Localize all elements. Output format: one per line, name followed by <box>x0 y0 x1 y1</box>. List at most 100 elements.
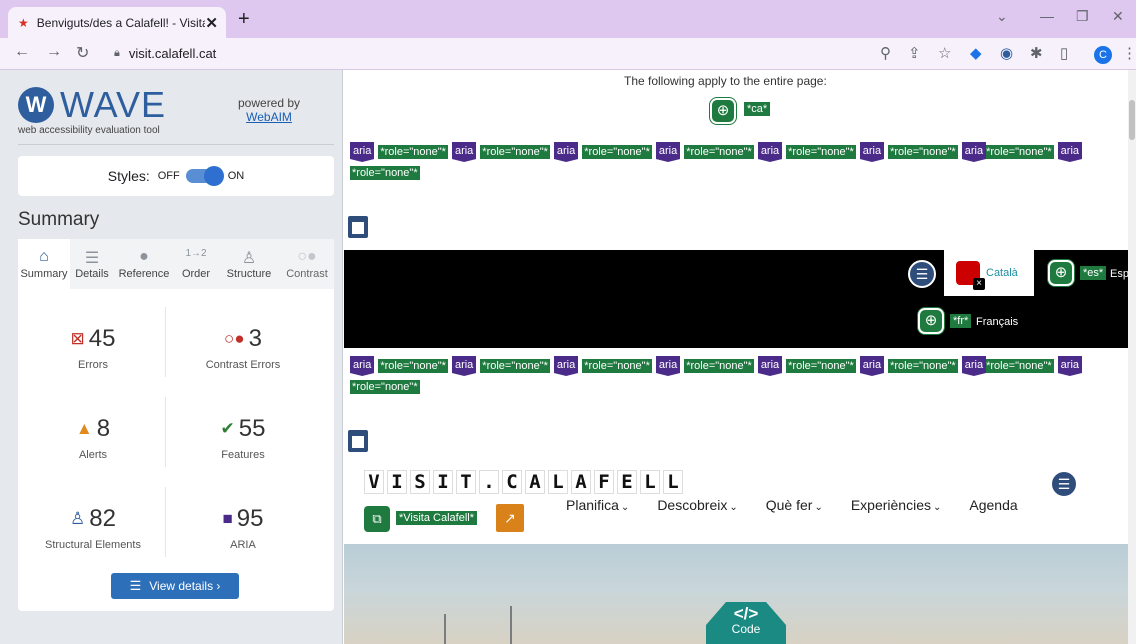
role-tag: *role="none"* <box>378 145 448 159</box>
logo-letter: S <box>410 470 430 494</box>
logo-letter: . <box>479 470 499 494</box>
close-window-icon[interactable]: ✕ <box>1112 8 1124 25</box>
list-structure-icon[interactable]: ☰ <box>1050 470 1078 498</box>
role-tag: *role="none"* <box>350 166 420 180</box>
aria-icon[interactable]: aria <box>757 356 783 376</box>
aria-icon[interactable]: aria <box>757 142 783 162</box>
tab-details[interactable]: ☰ Details <box>70 239 114 289</box>
aria-stat[interactable]: ■ 95 ARIA <box>168 505 318 551</box>
aria-icon[interactable]: aria <box>655 142 681 162</box>
side-panel-icon[interactable]: ▯ <box>1060 44 1068 62</box>
info-icon: ● <box>139 248 149 265</box>
globe-icon[interactable]: ⊕ <box>1048 260 1074 286</box>
nav-label: Descobreix <box>657 497 728 513</box>
star-favicon-icon: ★ <box>18 15 29 30</box>
styles-off-label: OFF <box>157 170 180 182</box>
region-icon[interactable] <box>348 430 368 452</box>
tab-label: Reference <box>118 268 170 280</box>
errors-stat[interactable]: ⊠ 45 Errors <box>18 325 168 371</box>
tab-contrast[interactable]: ○● Contrast <box>280 239 334 289</box>
aria-icon[interactable]: aria <box>553 356 579 376</box>
styles-toggle[interactable] <box>185 166 224 186</box>
errors-count: 45 <box>88 325 116 352</box>
features-label: Features <box>221 449 265 461</box>
profile-avatar[interactable]: C <box>1094 46 1112 64</box>
bookmark-star-icon[interactable]: ☆ <box>938 44 951 62</box>
back-icon[interactable]: ← <box>14 43 30 61</box>
tab-reference[interactable]: ● Reference <box>114 239 174 289</box>
nav-descobreix[interactable]: Descobreix ⌄ <box>657 497 737 513</box>
aria-icon[interactable]: aria <box>859 142 885 162</box>
tab-order[interactable]: 1→2 Order <box>174 239 218 289</box>
region-icon[interactable] <box>348 216 368 238</box>
logo-letter: I <box>387 470 407 494</box>
aria-icon[interactable]: aria <box>553 142 579 162</box>
alerts-stat[interactable]: ▲ 8 Alerts <box>18 415 168 461</box>
tab-structure[interactable]: ♙ Structure <box>218 239 280 289</box>
list-structure-icon[interactable]: ☰ <box>908 260 936 288</box>
aria-icon[interactable]: aria <box>451 142 477 162</box>
menu-kebab-icon[interactable]: ⋮ <box>1122 44 1136 62</box>
features-count: 55 <box>238 415 266 442</box>
language-catala[interactable]: Català <box>944 250 1034 296</box>
structural-stat[interactable]: ♙ 82 Structural Elements <box>18 505 168 551</box>
address-bar[interactable]: 🔒︎ visit.calafell.cat <box>104 41 972 66</box>
tab-search-chevron-icon[interactable]: ⌄ <box>996 8 1008 25</box>
reload-icon[interactable]: ↻ <box>76 43 89 63</box>
extension-diamond-icon[interactable]: ◆ <box>970 44 982 62</box>
scrollbar-thumb[interactable] <box>1129 100 1135 140</box>
nav-planifica[interactable]: Planifica ⌄ <box>566 497 629 513</box>
alert-link-icon[interactable]: ↗ <box>496 504 524 532</box>
view-details-button[interactable]: ☰ View details › <box>111 573 239 599</box>
minimize-icon[interactable]: — <box>1040 8 1054 24</box>
wave-extension-icon[interactable]: ◉ <box>1000 44 1013 62</box>
francais-label[interactable]: Français <box>976 316 1018 328</box>
linked-image-icon[interactable]: ⧉ <box>364 506 390 532</box>
restore-icon[interactable]: ❐ <box>1076 8 1089 25</box>
aria-icon[interactable]: aria <box>350 142 375 162</box>
features-stat[interactable]: ✔ 55 Features <box>168 415 318 461</box>
contrast-errors-stat[interactable]: ○● 3 Contrast Errors <box>168 325 318 371</box>
aria-icon[interactable]: aria <box>655 356 681 376</box>
aria-icon[interactable]: aria <box>451 356 477 376</box>
nav-experiencies[interactable]: Experiències ⌄ <box>851 497 942 513</box>
home-icon: ⌂ <box>39 248 49 265</box>
page-scrollbar[interactable] <box>1128 70 1136 644</box>
view-details-label: View details › <box>149 579 221 593</box>
aria-icon[interactable]: aria <box>1057 142 1083 162</box>
tab-summary[interactable]: ⌂ Summary <box>18 239 70 289</box>
share-icon[interactable]: ⇪ <box>908 44 921 62</box>
site-logo-text[interactable]: VISIT.CALAFELL <box>364 470 683 494</box>
new-tab-icon[interactable]: + <box>238 8 250 31</box>
code-icon[interactable]: </> Code <box>706 602 786 644</box>
close-tab-icon[interactable]: ✕ <box>205 14 218 32</box>
logo-letter: C <box>502 470 522 494</box>
logo-letter: F <box>594 470 614 494</box>
lock-icon[interactable]: 🔒︎ <box>114 47 120 60</box>
annotated-page: The following apply to the entire page: … <box>344 70 1128 644</box>
aria-icon[interactable]: aria <box>961 142 987 162</box>
aria-icon[interactable]: aria <box>859 356 885 376</box>
aria-icon[interactable]: aria <box>350 356 375 376</box>
browser-tab[interactable]: ★ Benviguts/des a Calafell! - Visita C ✕ <box>8 7 226 38</box>
nav-agenda[interactable]: Agenda <box>969 497 1017 513</box>
structure-icon: ♙ <box>241 250 257 267</box>
aria-icon[interactable]: aria <box>1057 356 1083 376</box>
webaim-link[interactable]: WebAIM <box>238 110 300 124</box>
forward-icon[interactable]: → <box>46 43 62 61</box>
globe-icon[interactable]: ⊕ <box>918 308 944 334</box>
aria-annotation-row: aria *role="none"* aria *role="none"* aria… <box>344 142 1128 180</box>
aria-label: ARIA <box>230 539 256 551</box>
error-icon[interactable] <box>956 261 985 290</box>
powered-by: powered by WebAIM <box>238 96 300 124</box>
logo-letter: T <box>456 470 476 494</box>
wave-sidebar: W WAVE web accessibility evaluation tool… <box>0 70 343 644</box>
logo-letter: L <box>640 470 660 494</box>
zoom-search-icon[interactable]: ⚲ <box>880 44 891 62</box>
espanol-label[interactable]: Esp <box>1110 268 1128 280</box>
nav-que-fer[interactable]: Què fer ⌄ <box>766 497 823 513</box>
extensions-puzzle-icon[interactable]: ✱ <box>1030 44 1043 62</box>
aria-icon[interactable]: aria <box>961 356 987 376</box>
role-tag: *role="none"* <box>582 145 652 159</box>
globe-icon[interactable]: ⊕ <box>710 98 736 124</box>
